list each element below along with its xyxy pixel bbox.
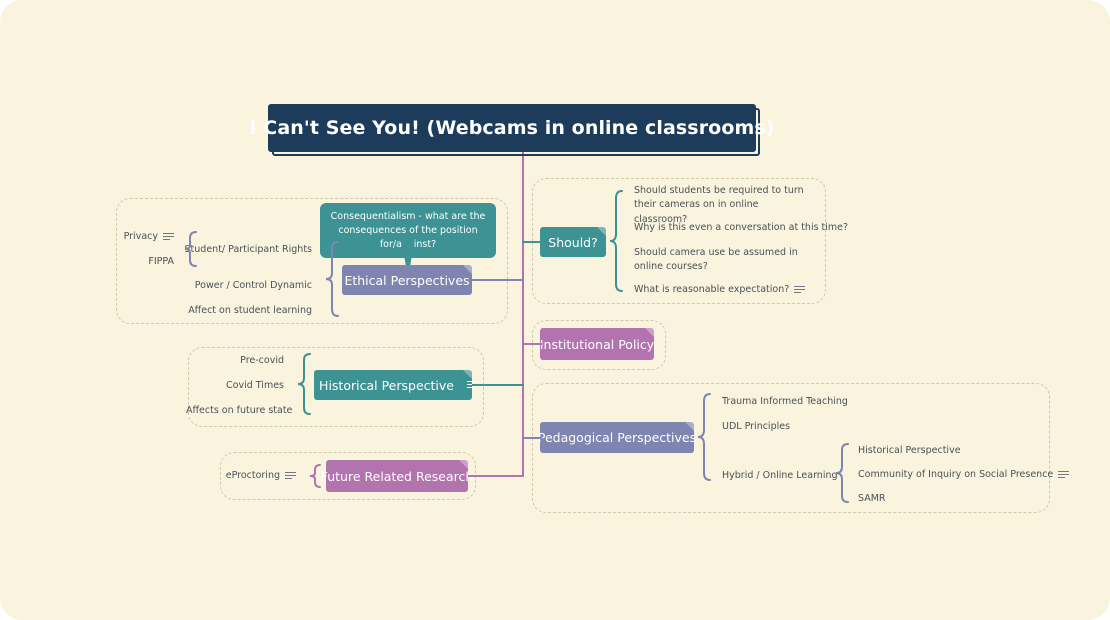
leaf-privacy[interactable]: Privacy — [96, 230, 174, 244]
leaf-label: What is reasonable expectation? — [634, 284, 790, 295]
connector-historical-to-trunk — [472, 384, 524, 386]
note-lines-icon[interactable] — [285, 471, 296, 480]
leaf-historical-perspective-sub[interactable]: Historical Perspective — [858, 444, 1068, 458]
fold-corner-icon — [597, 227, 606, 236]
leaf-label: Why is this even a conversation at this … — [634, 222, 849, 233]
leaf-label: Covid Times — [226, 380, 284, 391]
leaf-affect-on-student-learning[interactable]: Affect on student learning — [150, 304, 312, 318]
leaf-label: UDL Principles — [722, 421, 791, 432]
leaf-samr[interactable]: SAMR — [858, 492, 1068, 506]
note-lines-icon[interactable] — [794, 285, 806, 294]
leaf-community-of-inquiry[interactable]: Community of Inquiry on Social Presence — [858, 468, 1088, 482]
leaf-label: Should students be required to turn thei… — [634, 185, 804, 225]
connector-future-to-trunk — [468, 475, 524, 477]
leaf-udl-principles[interactable]: UDL Principles — [722, 420, 922, 434]
leaf-label: Privacy — [123, 231, 158, 242]
node-label: Should? — [548, 234, 598, 250]
connector-ethical-to-trunk — [472, 279, 524, 281]
brace-hybrid-children — [835, 443, 849, 503]
node-historical-perspective[interactable]: Historical Perspective — [314, 370, 478, 400]
leaf-label: SAMR — [858, 493, 886, 504]
node-should[interactable]: Should? — [540, 227, 606, 257]
leaf-label: Community of Inquiry on Social Presence — [858, 469, 1054, 480]
leaf-label: Student/ Participant Rights — [184, 244, 312, 255]
brace-rights-children — [184, 231, 197, 267]
node-future-related-research[interactable]: Future Related Research — [321, 460, 473, 492]
leaf-label: FIPPA — [148, 256, 174, 267]
fold-corner-icon — [463, 370, 472, 379]
leaf-label: Historical Perspective — [858, 445, 961, 456]
leaf-fippa[interactable]: FIPPA — [96, 255, 174, 269]
leaf-label: Power / Control Dynamic — [194, 280, 312, 291]
connector-trunk-to-pedagogical — [522, 437, 542, 439]
node-label: Historical Perspective — [319, 377, 454, 393]
leaf-pre-covid[interactable]: Pre-covid — [186, 354, 284, 368]
brace-pedagogical-children — [697, 393, 711, 481]
brace-ethical-children — [325, 241, 339, 317]
leaf-should-q4[interactable]: What is reasonable expectation? — [634, 283, 834, 297]
brace-historical-children — [297, 353, 311, 415]
node-label: Future Related Research — [320, 468, 474, 484]
leaf-label: Hybrid / Online Learning — [722, 470, 838, 481]
page-title: I Can't See You! (Webcams in online clas… — [249, 117, 775, 139]
leaf-label: Affects on future state — [186, 405, 293, 416]
node-pedagogical-perspectives[interactable]: Pedagogical Perspectives — [537, 422, 697, 453]
leaf-eproctoring[interactable]: eProctoring — [200, 469, 296, 483]
mindmap-canvas: I Can't See You! (Webcams in online clas… — [0, 0, 1110, 620]
leaf-should-q3[interactable]: Should camera use be assumed in online c… — [634, 246, 810, 275]
connector-trunk-to-institutional — [522, 343, 542, 345]
node-label: Ethical Perspectives — [344, 272, 470, 288]
note-lines-icon[interactable] — [163, 232, 174, 241]
connector-trunk-to-should — [522, 241, 542, 243]
node-institutional-policy[interactable]: Institutional Policy — [540, 328, 654, 360]
leaf-trauma-informed-teaching[interactable]: Trauma Informed Teaching — [722, 395, 922, 409]
root-title-node[interactable]: I Can't See You! (Webcams in online clas… — [249, 104, 774, 152]
leaf-covid-times[interactable]: Covid Times — [186, 379, 284, 393]
brace-future-children — [309, 464, 321, 488]
leaf-power-control-dynamic[interactable]: Power / Control Dynamic — [150, 279, 312, 293]
brace-should-children — [609, 190, 623, 292]
leaf-affects-on-future-state[interactable]: Affects on future state — [186, 404, 292, 418]
leaf-label: Should camera use be assumed in online c… — [634, 247, 798, 273]
leaf-should-q2[interactable]: Why is this even a conversation at this … — [634, 221, 848, 235]
leaf-label: eProctoring — [225, 470, 280, 481]
leaf-student-participant-rights[interactable]: Student/ Participant Rights — [150, 243, 312, 257]
trunk-vertical-line — [522, 152, 524, 476]
leaf-label: Trauma Informed Teaching — [722, 396, 848, 407]
node-label: Institutional Policy — [539, 336, 655, 352]
node-label: Pedagogical Perspectives — [537, 430, 697, 445]
leaf-label: Affect on student learning — [188, 305, 312, 316]
leaf-label: Pre-covid — [240, 355, 284, 366]
note-lines-icon[interactable] — [1058, 470, 1070, 479]
node-ethical-perspectives[interactable]: Ethical Perspectives — [342, 265, 472, 295]
